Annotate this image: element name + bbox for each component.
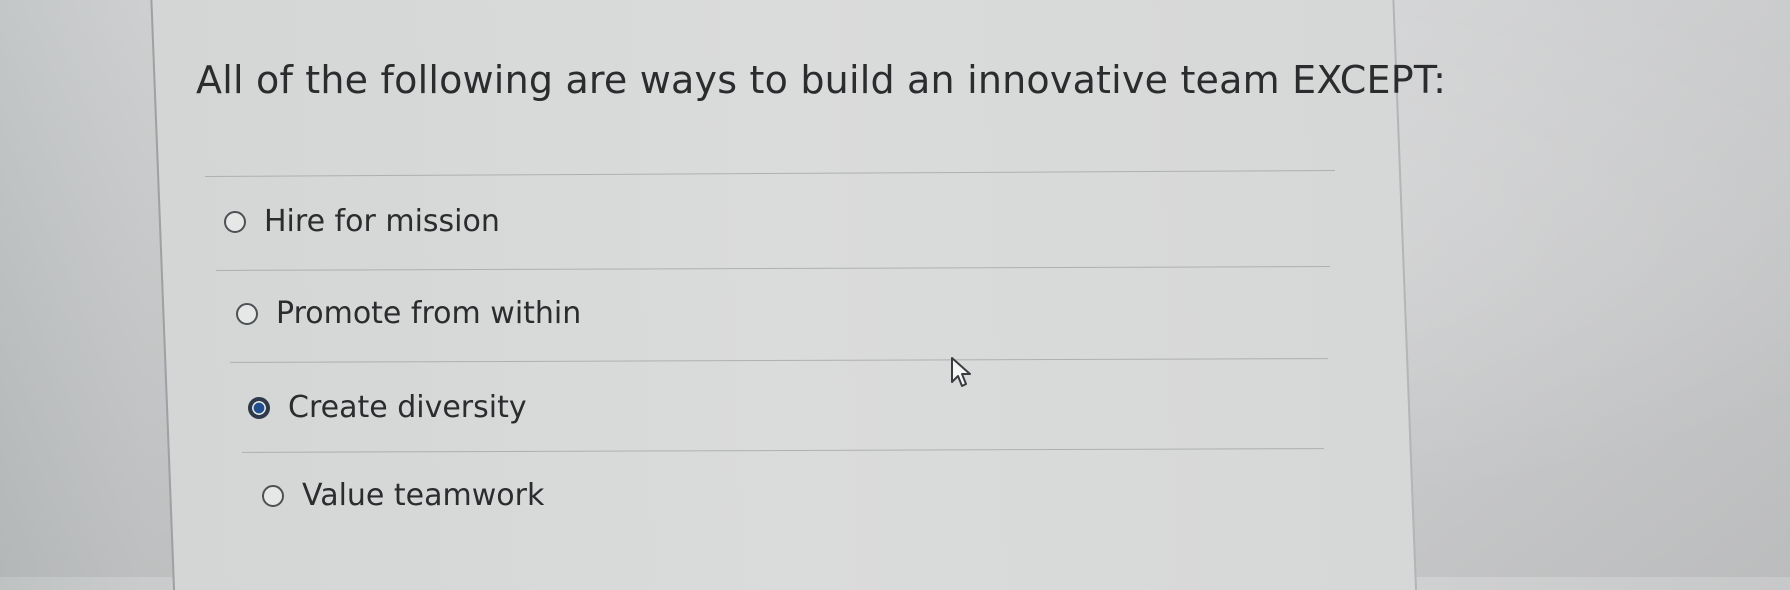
option-label: Value teamwork [302,478,545,513]
answer-option-promote-from-within[interactable]: Promote from within [236,296,581,331]
radio-button[interactable] [262,484,284,507]
radio-button-selected[interactable] [248,396,270,419]
question-text: All of the following are ways to build a… [196,58,1447,102]
option-label: Promote from within [276,296,582,331]
mouse-pointer-icon [951,357,971,387]
radio-button[interactable] [236,302,258,325]
radio-button[interactable] [224,210,246,233]
option-label: Create diversity [288,390,527,425]
answer-option-hire-for-mission[interactable]: Hire for mission [224,204,500,239]
answer-option-create-diversity[interactable]: Create diversity [248,390,527,425]
answer-option-value-teamwork[interactable]: Value teamwork [262,478,544,513]
option-label: Hire for mission [264,204,500,239]
